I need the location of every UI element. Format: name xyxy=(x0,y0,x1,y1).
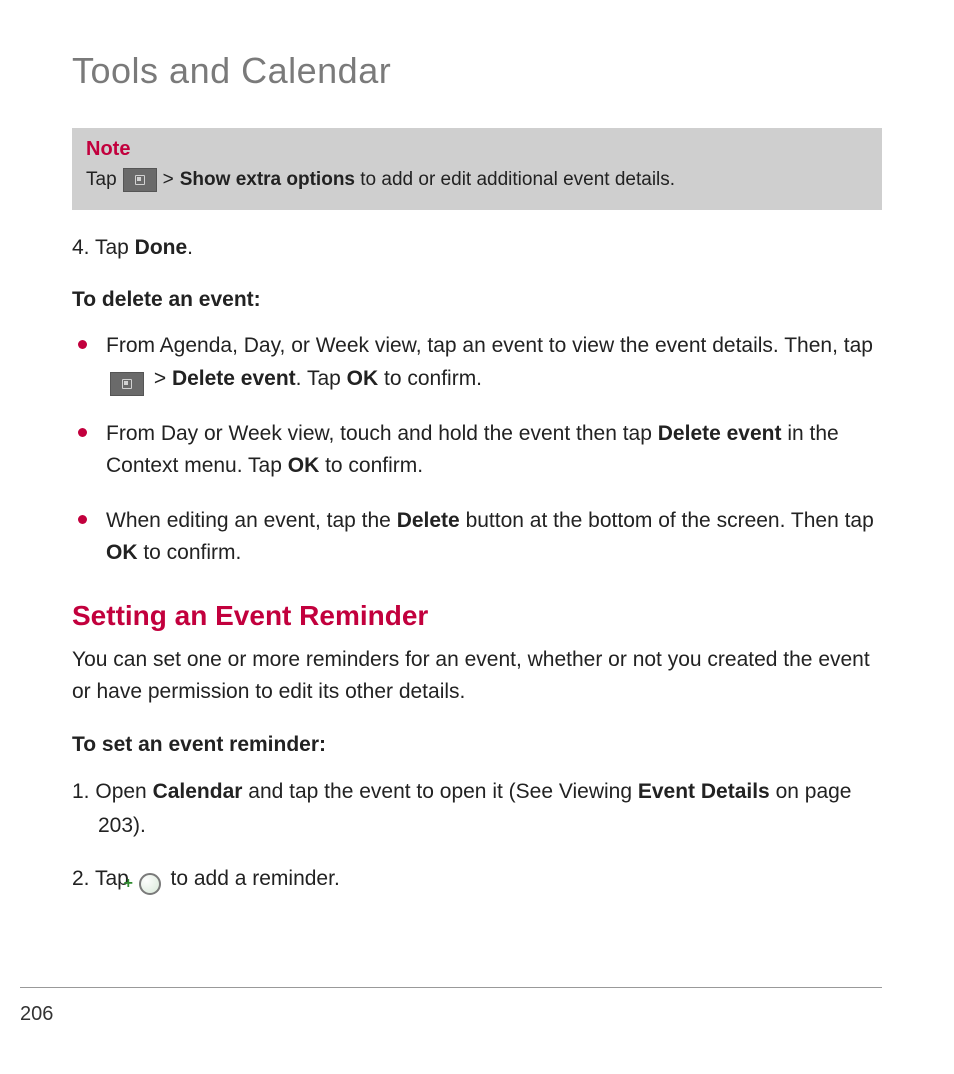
s1-mid: and tap the event to open it (See Viewin… xyxy=(242,780,637,803)
s1-pre: Open xyxy=(95,780,152,803)
bullet-2: From Day or Week view, touch and hold th… xyxy=(72,418,882,483)
b1-mid: . Tap xyxy=(296,367,347,390)
reminder-steps: 1. Open Calendar and tap the event to op… xyxy=(72,775,882,896)
set-heading: To set an event reminder: xyxy=(72,733,882,757)
page-number: 206 xyxy=(20,1003,53,1026)
b1-pre: From Agenda, Day, or Week view, tap an e… xyxy=(106,334,873,357)
s1-b1: Calendar xyxy=(153,780,243,803)
b1-bold1: Delete event xyxy=(172,367,296,390)
b2-bold1: Delete event xyxy=(658,422,782,445)
note-rest-wrap: Show extra options to add or edit additi… xyxy=(180,167,675,194)
delete-heading: To delete an event: xyxy=(72,288,882,312)
b1-gt: > xyxy=(148,367,172,390)
footer-rule xyxy=(20,987,882,988)
step-4: 4. Tap Done. xyxy=(72,232,882,265)
delete-bullets: From Agenda, Day, or Week view, tap an e… xyxy=(72,330,882,570)
note-label: Note xyxy=(86,138,868,161)
step4-suffix: . xyxy=(187,236,193,259)
b3-pre: When editing an event, tap the xyxy=(106,509,397,532)
b2-post: to confirm. xyxy=(319,454,423,477)
b3-bold1: Delete xyxy=(397,509,460,532)
b2-bold2: OK xyxy=(288,454,320,477)
bullet-1: From Agenda, Day, or Week view, tap an e… xyxy=(72,330,882,396)
b3-bold2: OK xyxy=(106,541,138,564)
b3-post: to confirm. xyxy=(138,541,242,564)
step4-prefix: 4. Tap xyxy=(72,236,135,259)
b2-pre: From Day or Week view, touch and hold th… xyxy=(106,422,658,445)
note-text: Tap > Show extra options to add or edit … xyxy=(86,167,868,194)
step-1: 1. Open Calendar and tap the event to op… xyxy=(72,775,882,842)
note-box: Note Tap > Show extra options to add or … xyxy=(72,128,882,210)
step-2: 2. Tap + to add a reminder. xyxy=(72,862,882,896)
b1-bold2: OK xyxy=(347,367,379,390)
manual-page: Tools and Calendar Note Tap > Show extra… xyxy=(0,0,954,1074)
s1-b2: Event Details xyxy=(638,780,770,803)
section-intro: You can set one or more reminders for an… xyxy=(72,644,882,709)
s2-post: to add a reminder. xyxy=(165,867,340,890)
step4-done: Done xyxy=(135,236,188,259)
s1-num: 1. xyxy=(72,780,95,803)
menu-icon xyxy=(123,168,157,192)
section-title: Setting an Event Reminder xyxy=(72,600,882,632)
note-rest: to add or edit additional event details. xyxy=(355,169,675,190)
menu-icon xyxy=(110,372,144,396)
plus-icon: + xyxy=(139,873,161,895)
b3-mid: button at the bottom of the screen. Then… xyxy=(460,509,874,532)
bullet-3: When editing an event, tap the Delete bu… xyxy=(72,505,882,570)
s2-num: 2. xyxy=(72,867,95,890)
note-tap: Tap xyxy=(86,167,117,194)
note-gt: > xyxy=(163,167,174,194)
note-show-extra: Show extra options xyxy=(180,169,355,190)
b1-post: to confirm. xyxy=(378,367,482,390)
page-title: Tools and Calendar xyxy=(72,50,882,92)
